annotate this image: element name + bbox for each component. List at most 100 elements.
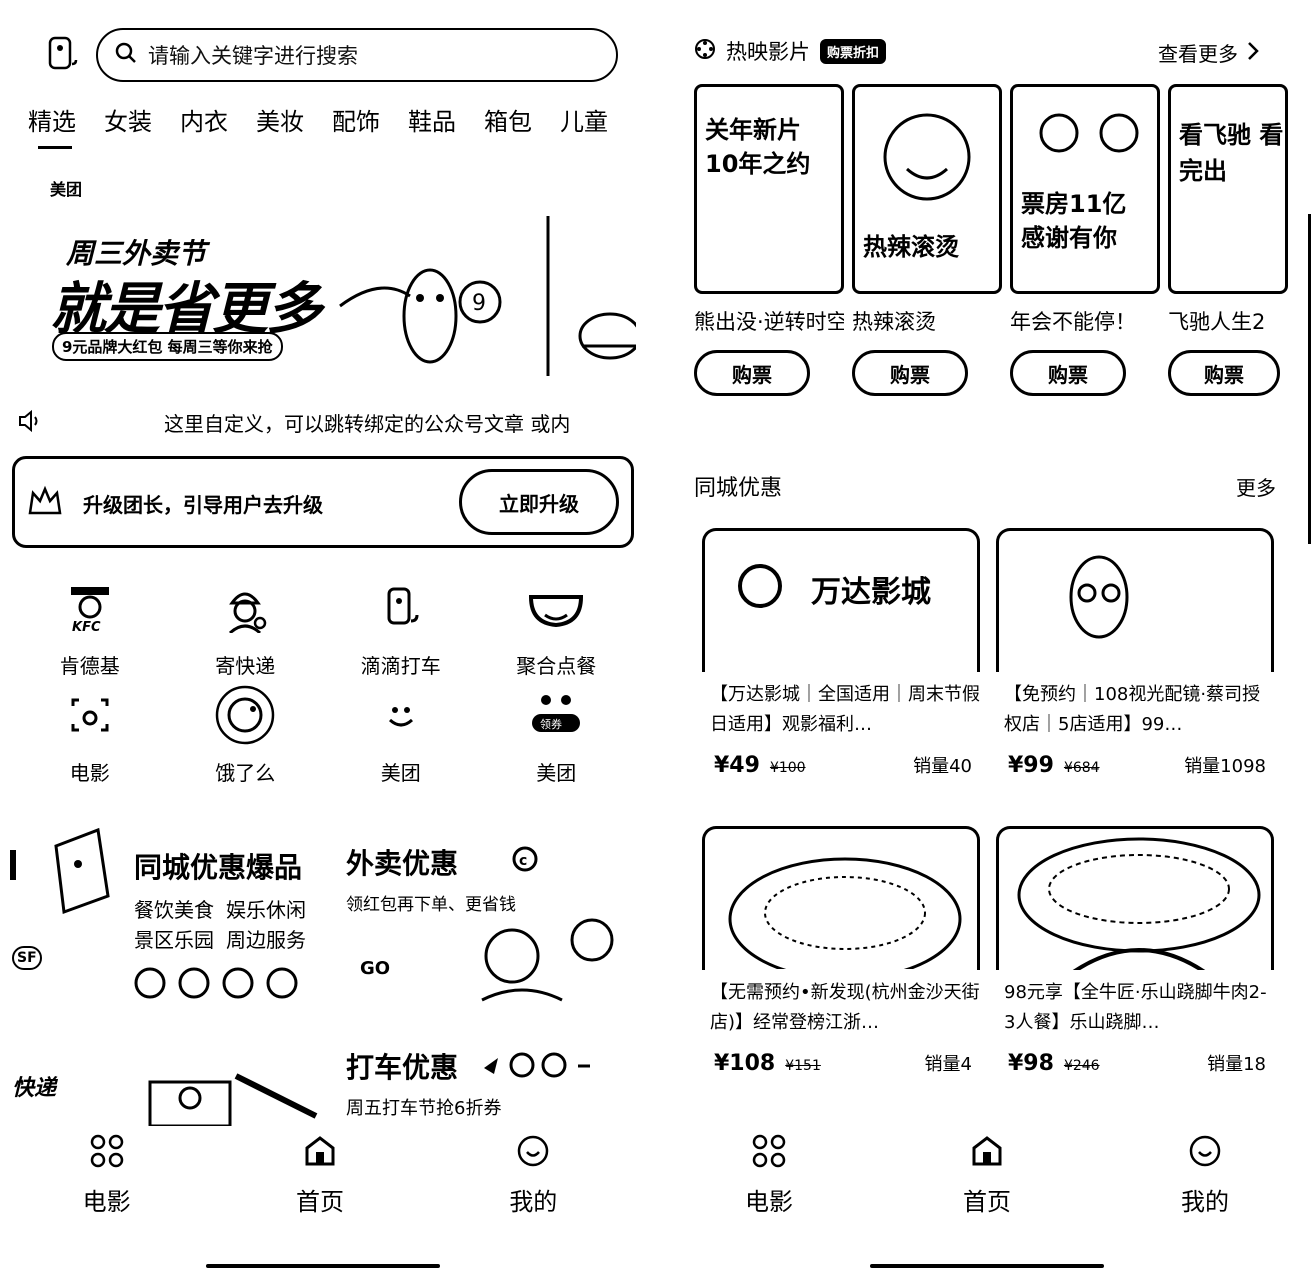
taxi-title[interactable]: 打车优惠 — [346, 1046, 458, 1086]
movie-name: 热辣滚烫 — [852, 310, 936, 334]
see-more-link[interactable]: 查看更多 — [1158, 38, 1260, 67]
banner-illustration: 9 — [339, 216, 636, 376]
bowl-icon — [526, 578, 586, 638]
movie-name: 熊出没·逆转时空 — [694, 310, 844, 334]
shortcut-courier[interactable]: 寄快递 — [168, 578, 324, 679]
shortcut-eleme[interactable]: 饿了么 — [168, 685, 324, 786]
home-indicator — [870, 1264, 1104, 1268]
poster-text: 关年新片 10年之约 — [705, 116, 811, 178]
deal-original-price: ¥151 — [785, 1058, 821, 1074]
express-illustration — [148, 1073, 318, 1126]
deal-card[interactable]: 【无需预约•新发现(杭州金沙天街店)】经常登榜江浙… ¥108 ¥151 销量4 — [702, 826, 980, 1076]
poster-text: 票房11亿 感谢有你 — [1021, 190, 1127, 252]
tab-category[interactable]: 鞋品 — [408, 102, 484, 137]
local-tag: 娱乐休闲 — [226, 898, 306, 922]
scrollbar[interactable] — [1308, 214, 1311, 544]
shortcut-label: 美团 — [536, 761, 577, 785]
deal-prices: ¥99 ¥684 销量1098 — [996, 752, 1274, 778]
smile-icon — [1188, 1134, 1222, 1172]
tab-home[interactable]: 首页 — [213, 1134, 426, 1224]
discount-badge: 购票折扣 — [820, 38, 887, 64]
buy-ticket-button[interactable]: 购票 — [1168, 350, 1280, 396]
taxi-brand-icons — [482, 1052, 592, 1082]
tab-category[interactable]: 儿童 — [560, 102, 636, 137]
home-icon — [303, 1134, 337, 1172]
notice-text: 这里自定义，可以跳转绑定的公众号文章 或内 — [164, 412, 571, 436]
shortcut-didi[interactable]: 滴滴打车 — [323, 578, 479, 679]
promo-section: 同城优惠爆品 餐饮美食 娱乐休闲 景区乐园 周边服务 SF 外卖优惠 c 领红包… — [0, 820, 640, 1126]
notice-bar[interactable]: 这里自定义，可以跳转绑定的公众号文章 或内 — [18, 408, 634, 437]
deal-price: ¥49 — [714, 753, 760, 778]
upgrade-button[interactable]: 立即升级 — [459, 469, 619, 535]
buy-ticket-button[interactable]: 购票 — [694, 350, 810, 396]
meituan-icon — [371, 685, 431, 745]
tab-category[interactable]: 配饰 — [332, 102, 408, 137]
deal-sales: 销量40 — [913, 756, 972, 777]
local-deals-title[interactable]: 同城优惠爆品 — [134, 846, 302, 886]
more-link[interactable]: 更多 — [1236, 472, 1276, 501]
movie-card[interactable]: 热辣滚烫 热辣滚烫 购票 — [852, 84, 1002, 396]
shortcut-movie[interactable]: 电影 — [12, 685, 168, 786]
deal-title: 【无需预约•新发现(杭州金沙天街店)】经常登榜江浙… — [710, 982, 980, 1033]
deal-image — [996, 826, 1274, 970]
sf-logo-icon: SF — [12, 946, 42, 970]
movie-card[interactable]: 看飞驰 看完出 飞驰人生2 购票 — [1168, 84, 1288, 396]
deal-title: 98元享【全牛匠·乐山跷脚牛肉2-3人餐】乐山跷脚… — [1004, 982, 1267, 1033]
brand-logos — [134, 967, 298, 999]
deal-card[interactable]: 万达影城 【万达影城｜全国适用｜周末节假日适用】观影福利… ¥49 ¥100 销… — [702, 528, 980, 778]
buy-ticket-button[interactable]: 购票 — [852, 350, 968, 396]
hot-movies-title: 热映影片 — [726, 40, 810, 64]
tab-mine[interactable]: 我的 — [1096, 1134, 1314, 1224]
tab-category[interactable]: 精选 — [28, 102, 104, 137]
home-indicator — [206, 1264, 440, 1268]
courier-icon — [215, 578, 275, 638]
deal-card[interactable]: 98元享【全牛匠·乐山跷脚牛肉2-3人餐】乐山跷脚… ¥98 ¥246 销量18 — [996, 826, 1274, 1076]
go-button[interactable]: GO — [360, 958, 390, 979]
promo-banner[interactable]: 美团 周三外卖节 就是省更多 9元品牌大红包 每周三等你来抢 9 — [10, 166, 636, 398]
shortcut-label: 肯德基 — [59, 654, 120, 678]
movie-card[interactable]: 票房11亿 感谢有你 年会不能停！ 购票 — [1010, 84, 1160, 396]
tab-category[interactable]: 女装 — [104, 102, 180, 137]
wanda-logo-icon — [738, 564, 782, 608]
tab-category[interactable]: 箱包 — [484, 102, 560, 137]
local-tag: 周边服务 — [226, 928, 306, 952]
movie-poster: 看飞驰 看完出 — [1168, 84, 1288, 294]
waimai-title[interactable]: 外卖优惠 — [346, 842, 458, 882]
kfc-icon: KFC — [60, 578, 120, 638]
shortcut-kfc[interactable]: KFC 肯德基 — [12, 578, 168, 679]
movie-card[interactable]: 关年新片 10年之约 熊出没·逆转时空 购票 — [694, 84, 844, 396]
tab-movie[interactable]: 电影 — [0, 1134, 213, 1224]
smile-icon — [516, 1134, 550, 1172]
right-screen: 热映影片 购票折扣 查看更多 关年新片 10年之约 熊出没·逆转时空 购票 热辣… — [660, 0, 1314, 1268]
shortcut-food[interactable]: 聚合点餐 — [479, 578, 635, 679]
buy-ticket-button[interactable]: 购票 — [1010, 350, 1126, 396]
shortcut-meituan[interactable]: 美团 — [323, 685, 479, 786]
poster-face — [883, 113, 971, 201]
svg-text:领券: 领券 — [540, 717, 562, 731]
banner-tagline: 9元品牌大红包 每周三等你来抢 — [52, 332, 283, 361]
search-input[interactable]: 请输入关键字进行搜索 — [96, 28, 618, 82]
tab-mine[interactable]: 我的 — [427, 1134, 640, 1224]
tab-home[interactable]: 首页 — [878, 1134, 1096, 1224]
meituan-coupon-icon: 领券 — [526, 685, 586, 745]
waimai-illustration — [481, 918, 614, 1002]
local-tag: 餐饮美食 — [134, 898, 214, 922]
promo-marker — [10, 850, 16, 880]
tab-label: 我的 — [1181, 1188, 1229, 1216]
tab-label: 首页 — [963, 1188, 1011, 1216]
tab-movie[interactable]: 电影 — [660, 1134, 878, 1224]
express-label: 快递 — [12, 1076, 57, 1101]
deal-image — [996, 528, 1274, 672]
didi-icon[interactable] — [44, 34, 84, 78]
tab-category[interactable]: 美妆 — [256, 102, 332, 137]
shortcut-meituan-coupon[interactable]: 领券 美团 — [479, 685, 635, 786]
deal-card[interactable]: 【免预约｜108视光配镜·蔡司授权店｜5店适用】99… ¥99 ¥684 销量1… — [996, 528, 1274, 778]
chevron-right-icon — [1246, 40, 1260, 66]
tab-category[interactable]: 内衣 — [180, 102, 256, 137]
poster-faces — [1039, 113, 1139, 153]
deal-price: ¥98 — [1008, 1051, 1054, 1076]
deal-title: 【免预约｜108视光配镜·蔡司授权店｜5店适用】99… — [1004, 684, 1261, 735]
upgrade-label: 升级团长，引导用户去升级 — [83, 493, 323, 517]
tab-label: 电影 — [82, 1188, 131, 1216]
deal-title: 【万达影城｜全国适用｜周末节假日适用】观影福利… — [710, 684, 980, 735]
